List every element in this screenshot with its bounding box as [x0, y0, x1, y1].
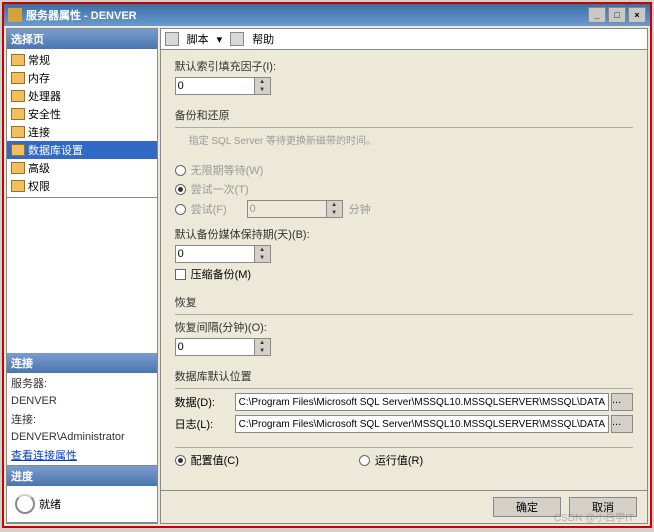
backup-section-label: 备份和还原 — [175, 107, 633, 123]
recovery-spinner[interactable]: ▲▼ — [255, 338, 271, 356]
titlebar[interactable]: 服务器属性 - DENVER _ □ × — [4, 4, 650, 26]
retain-label: 默认备份媒体保持期(天)(B): — [175, 226, 633, 242]
divider — [175, 447, 633, 448]
restore-button[interactable]: □ — [608, 7, 626, 23]
try-for-input[interactable]: 0 — [247, 200, 327, 218]
log-path-input[interactable]: C:\Program Files\Microsoft SQL Server\MS… — [235, 415, 609, 433]
radio-wait-indef[interactable] — [175, 165, 186, 176]
recovery-input[interactable]: 0 — [175, 338, 255, 356]
default-location-label: 数据库默认位置 — [175, 368, 633, 384]
script-dropdown[interactable]: 脚本 — [187, 31, 209, 47]
data-browse-button[interactable]: ... — [611, 393, 633, 411]
sidebar-item-general[interactable]: 常规 — [7, 51, 157, 69]
page-icon — [11, 144, 25, 156]
page-icon — [11, 108, 25, 120]
fill-factor-spinner[interactable]: ▲▼ — [255, 77, 271, 95]
dialog-window: 服务器属性 - DENVER _ □ × 选择页 常规 内存 处理器 安全性 连… — [2, 2, 652, 528]
radio-try-once[interactable] — [175, 184, 186, 195]
retain-spinner[interactable]: ▲▼ — [255, 245, 271, 263]
try-for-spinner[interactable]: ▲▼ — [327, 200, 343, 218]
ok-button[interactable]: 确定 — [493, 497, 561, 517]
divider — [175, 314, 633, 315]
log-browse-button[interactable]: ... — [611, 415, 633, 433]
progress-spinner-icon — [15, 494, 35, 514]
progress-header: 进度 — [7, 466, 157, 486]
backup-hint: 指定 SQL Server 等待更换新磁带的时间。 — [189, 132, 633, 147]
script-icon — [165, 32, 179, 46]
connection-value: DENVER\Administrator — [7, 429, 157, 445]
server-label: 服务器: — [7, 373, 157, 393]
page-icon — [11, 126, 25, 138]
sidebar-item-processors[interactable]: 处理器 — [7, 87, 157, 105]
page-icon — [11, 90, 25, 102]
sidebar-item-connections[interactable]: 连接 — [7, 123, 157, 141]
radio-try-for[interactable] — [175, 204, 186, 215]
watermark: CSDN @小白学IT — [554, 509, 634, 524]
minimize-button[interactable]: _ — [588, 7, 606, 23]
recovery-section-label: 恢复 — [175, 294, 633, 310]
data-path-label: 数据(D): — [175, 394, 235, 410]
compress-checkbox[interactable] — [175, 269, 186, 280]
connection-header: 连接 — [7, 353, 157, 373]
help-button[interactable]: 帮助 — [252, 31, 274, 47]
divider — [175, 127, 633, 128]
sidebar-item-advanced[interactable]: 高级 — [7, 159, 157, 177]
sidebar: 选择页 常规 内存 处理器 安全性 连接 数据库设置 高级 权限 连接 服务器:… — [6, 28, 158, 524]
log-path-label: 日志(L): — [175, 416, 235, 432]
sidebar-item-permissions[interactable]: 权限 — [7, 177, 157, 195]
page-icon — [11, 72, 25, 84]
page-icon — [11, 180, 25, 192]
fill-factor-input[interactable]: 0 — [175, 77, 255, 95]
page-icon — [11, 162, 25, 174]
sidebar-item-database-settings[interactable]: 数据库设置 — [7, 141, 157, 159]
progress-status: 就绪 — [39, 496, 61, 512]
page-icon — [11, 54, 25, 66]
divider — [175, 388, 633, 389]
window-title: 服务器属性 - DENVER — [26, 7, 137, 23]
retain-input[interactable]: 0 — [175, 245, 255, 263]
recovery-interval-label: 恢复间隔(分钟)(O): — [175, 319, 633, 335]
help-icon — [230, 32, 244, 46]
select-page-header: 选择页 — [7, 29, 157, 49]
sidebar-item-security[interactable]: 安全性 — [7, 105, 157, 123]
running-value-radio[interactable] — [359, 455, 370, 466]
data-path-input[interactable]: C:\Program Files\Microsoft SQL Server\MS… — [235, 393, 609, 411]
config-value-radio[interactable] — [175, 455, 186, 466]
connection-label: 连接: — [7, 409, 157, 429]
server-value: DENVER — [7, 393, 157, 409]
close-button[interactable]: × — [628, 7, 646, 23]
fill-factor-label: 默认索引填充因子(I): — [175, 58, 633, 74]
main-panel: 脚本 ▾ 帮助 默认索引填充因子(I): 0 ▲▼ 备份和还原 指定 SQL S… — [160, 28, 648, 524]
sidebar-item-memory[interactable]: 内存 — [7, 69, 157, 87]
view-connection-link[interactable]: 查看连接属性 — [7, 445, 157, 465]
toolbar: 脚本 ▾ 帮助 — [161, 29, 647, 50]
server-icon — [8, 8, 22, 22]
